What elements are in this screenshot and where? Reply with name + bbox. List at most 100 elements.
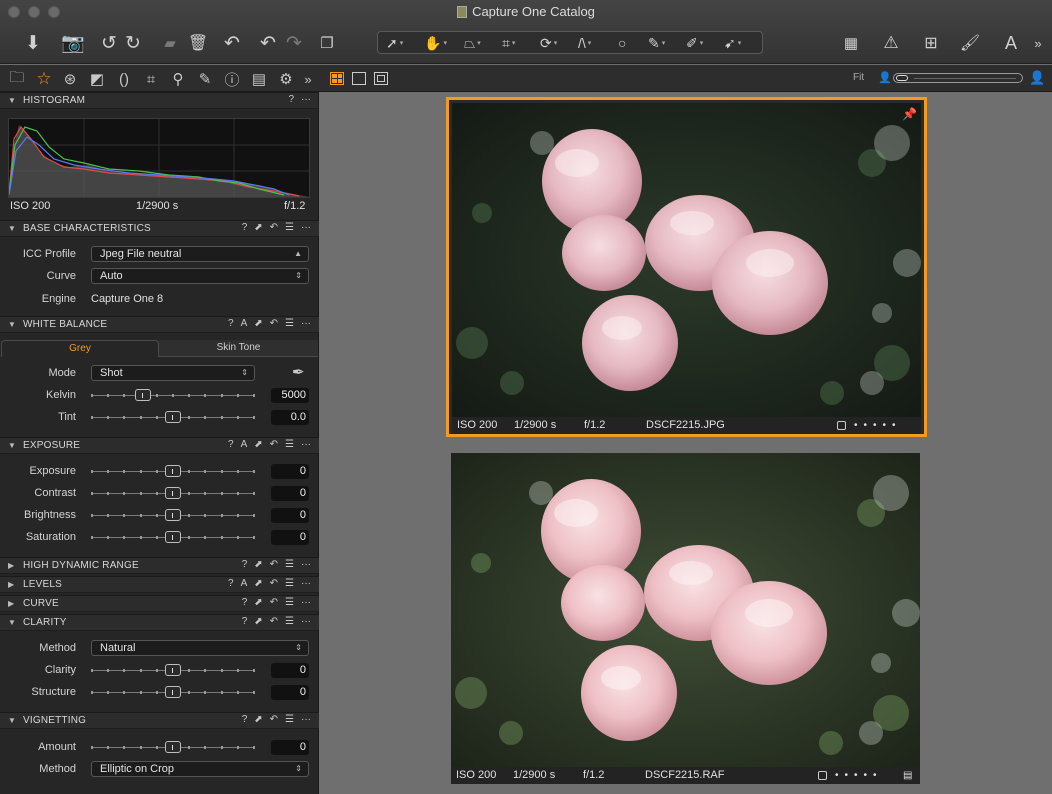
tint-slider-knob[interactable] [165, 411, 181, 423]
reset-icon[interactable]: ↶ [270, 222, 278, 233]
help-icon[interactable]: ? [228, 318, 234, 329]
more-icon[interactable]: ··· [301, 714, 311, 725]
reset-icon[interactable]: ↶ [270, 714, 278, 725]
clarity-value-field[interactable]: 0 [271, 663, 309, 678]
collapse-triangle-icon[interactable]: ▼ [8, 618, 16, 627]
curve-header[interactable]: ▶ CURVE ? ⬈ ↶ ☰ ··· [0, 595, 319, 612]
more-icon[interactable]: ··· [301, 597, 311, 608]
import-icon[interactable]: ⬇ [20, 30, 46, 56]
brightness-slider[interactable] [91, 508, 255, 522]
more-icon[interactable]: ··· [301, 578, 311, 589]
vignetting-header[interactable]: ▼ VIGNETTING ? ⬈ ↶ ☰ ··· [0, 712, 319, 729]
reset-icon[interactable]: ↶ [270, 318, 278, 329]
exposure-slider-knob[interactable] [165, 465, 181, 477]
collapse-triangle-icon[interactable]: ▼ [8, 441, 16, 450]
saturation-slider-knob[interactable] [165, 531, 181, 543]
crop-icon[interactable]: ⌗ ▾ [502, 33, 515, 53]
presets-icon[interactable]: ☰ [285, 559, 294, 570]
contrast-slider-knob[interactable] [165, 487, 181, 499]
reset-icon[interactable]: ↶ [270, 559, 278, 570]
rotate-right-icon[interactable]: ↻ [121, 30, 145, 56]
tint-value-field[interactable]: 0.0 [271, 410, 309, 425]
expand-triangle-icon[interactable]: ▶ [8, 580, 14, 589]
pin-icon[interactable]: 📌 [902, 107, 917, 121]
zoom-slider[interactable] [893, 73, 1023, 83]
vignetting-method-select[interactable]: Elliptic on Crop ⇕ [91, 761, 309, 777]
tint-slider[interactable] [91, 410, 255, 424]
image-thumbnail-jpg[interactable]: 📌 [452, 103, 921, 417]
expand-triangle-icon[interactable]: ▶ [8, 599, 14, 608]
reset-icon[interactable]: ↶ [270, 439, 278, 450]
move-to-folder-icon[interactable]: ▰ [158, 30, 182, 56]
metadata-tab-icon[interactable]: ⓘ [222, 69, 242, 89]
help-icon[interactable]: ? [242, 597, 248, 608]
single-view-icon[interactable] [352, 72, 366, 85]
copy-apply-icon[interactable]: ⬈ [254, 559, 262, 570]
quick-tab-star-icon[interactable]: ☆ [34, 69, 54, 89]
brightness-slider-knob[interactable] [165, 509, 181, 521]
zoom-fit-label[interactable]: Fit [853, 72, 864, 83]
curve-select[interactable]: Auto ⇕ [91, 268, 309, 284]
reset-adjustments-icon[interactable]: ↶ [220, 30, 244, 56]
select-checkbox[interactable] [837, 421, 846, 430]
vignetting-amount-slider-knob[interactable] [165, 741, 181, 753]
levels-header[interactable]: ▶ LEVELS ? A ⬈ ↶ ☰ ··· [0, 576, 319, 593]
more-icon[interactable]: ··· [301, 94, 311, 105]
more-icon[interactable]: ··· [301, 439, 311, 450]
kelvin-slider-knob[interactable] [135, 389, 151, 401]
presets-icon[interactable]: ☰ [285, 616, 294, 627]
star-rating-dots[interactable]: ••••• [835, 767, 883, 784]
help-icon[interactable]: ? [228, 578, 234, 589]
keystone-icon[interactable]: ⏢ ▾ [464, 33, 481, 53]
saturation-value-field[interactable]: 0 [271, 530, 309, 545]
exposure-tab-icon[interactable]: ◩ [87, 69, 107, 89]
reset-icon[interactable]: ↶ [270, 578, 278, 589]
clarity-slider-knob[interactable] [165, 664, 181, 676]
more-icon[interactable]: ··· [301, 559, 311, 570]
more-icon[interactable]: ··· [301, 222, 311, 233]
copy-apply-icon[interactable]: ⬈ [254, 439, 262, 450]
spot-removal-icon[interactable]: ○ [618, 33, 626, 53]
structure-slider-knob[interactable] [165, 686, 181, 698]
collapse-triangle-icon[interactable]: ▼ [8, 96, 16, 105]
exposure-value-field[interactable]: 0 [271, 464, 309, 479]
text-tool-icon[interactable]: A [998, 30, 1024, 56]
help-icon[interactable]: ? [242, 616, 248, 627]
collapse-triangle-icon[interactable]: ▼ [8, 320, 16, 329]
presets-icon[interactable]: ☰ [285, 714, 294, 725]
grid-icon[interactable]: ⊞ [918, 30, 944, 56]
image-thumbnail-raf[interactable] [451, 453, 920, 767]
tab-grey[interactable]: Grey [1, 340, 159, 357]
collapse-triangle-icon[interactable]: ▼ [8, 224, 16, 233]
contrast-slider[interactable] [91, 486, 255, 500]
brightness-value-field[interactable]: 0 [271, 508, 309, 523]
exposure-slider[interactable] [91, 464, 255, 478]
clarity-slider[interactable] [91, 663, 255, 677]
auto-adjust-icon[interactable]: A [241, 578, 248, 589]
clarity-method-select[interactable]: Natural ⇕ [91, 640, 309, 656]
wb-mode-select[interactable]: Shot ⇕ [91, 365, 255, 381]
white-balance-header[interactable]: ▼ WHITE BALANCE ? A ⬈ ↶ ☰ ··· [0, 316, 319, 333]
settings-tab-gear-icon[interactable]: ⚙ [276, 69, 296, 89]
redo-icon[interactable]: ↷ [282, 30, 306, 56]
composition-tab-icon[interactable]: ⌗ [141, 69, 161, 89]
primary-view-icon[interactable] [374, 72, 388, 85]
vignetting-amount-slider[interactable] [91, 740, 255, 754]
help-icon[interactable]: ? [242, 559, 248, 570]
copy-apply-icon[interactable]: ⬈ [254, 597, 262, 608]
details-tab-icon[interactable]: ⚲ [168, 69, 188, 89]
lens-correction-icon[interactable]: /\ ▾ [578, 33, 591, 53]
output-tab-icon[interactable]: ▤ [249, 69, 269, 89]
presets-icon[interactable]: ☰ [285, 318, 294, 329]
copy-apply-icon[interactable]: ⬈ [254, 714, 262, 725]
structure-value-field[interactable]: 0 [271, 685, 309, 700]
select-checkbox[interactable] [818, 771, 827, 780]
selected-image-frame[interactable]: 📌 ISO 200 1/2900 s f/1.2 DSCF2215.JPG ••… [446, 97, 927, 437]
tab-skin-tone[interactable]: Skin Tone [159, 340, 318, 357]
help-icon[interactable]: ? [242, 714, 248, 725]
structure-slider[interactable] [91, 685, 255, 699]
more-icon[interactable]: ··· [301, 318, 311, 329]
copy-apply-icon[interactable]: ⬈ [254, 222, 262, 233]
lens-tab-icon[interactable]: () [114, 69, 134, 89]
rotate-straighten-icon[interactable]: ⟳ ▾ [540, 33, 557, 53]
